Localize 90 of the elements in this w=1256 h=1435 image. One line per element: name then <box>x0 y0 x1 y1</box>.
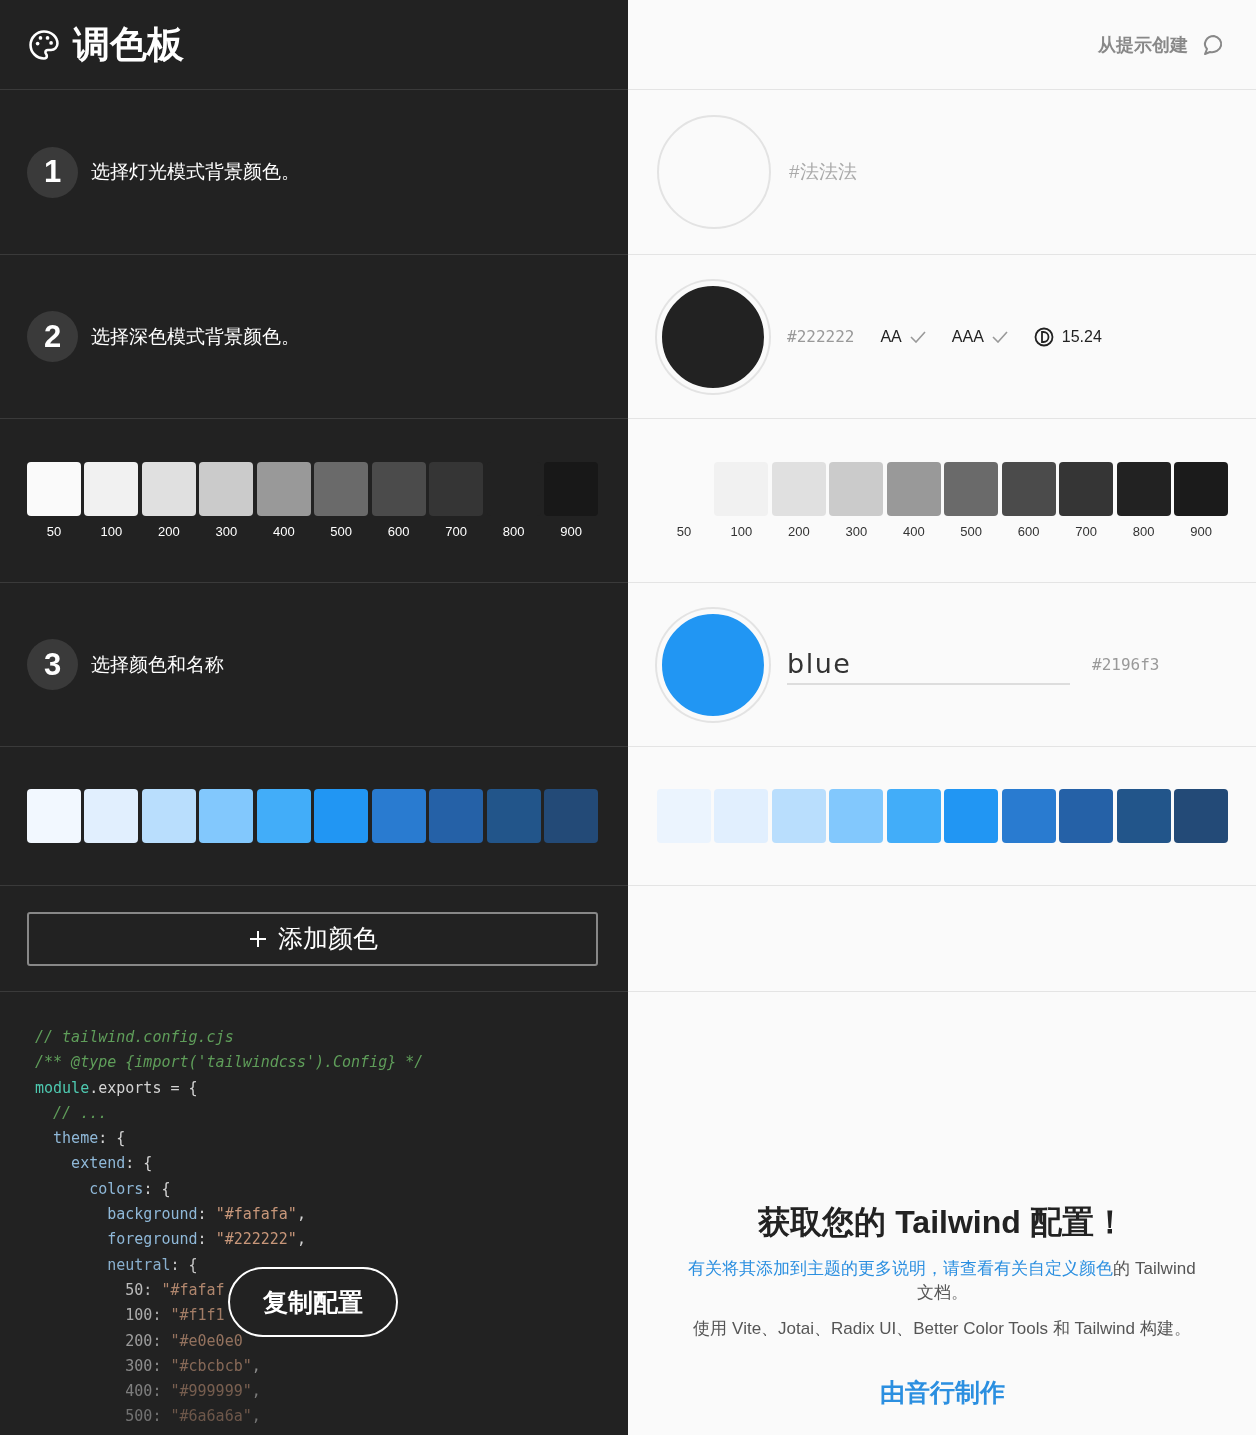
shade-label: 500 <box>330 524 353 539</box>
shade-label: 400 <box>272 524 295 539</box>
color-swatch[interactable] <box>27 462 81 516</box>
code-line: module.exports = { <box>35 1077 198 1099</box>
code-line: 500: "#6a6a6a", <box>124 1406 261 1428</box>
color-swatch[interactable] <box>1174 789 1228 843</box>
shade-label: 700 <box>1075 524 1097 539</box>
color-name-field[interactable]: blue <box>787 644 1070 685</box>
shade-label: 200 <box>158 524 180 539</box>
color-swatch[interactable] <box>314 789 369 843</box>
app-title: 调色板 <box>73 22 184 67</box>
color-swatch[interactable] <box>1059 789 1114 843</box>
shade-label: 50 <box>676 524 692 539</box>
shade-label: 100 <box>730 524 753 539</box>
contrast-icon <box>1033 326 1054 347</box>
shade-label: 700 <box>445 524 467 539</box>
hex-value: #222222 <box>787 327 855 346</box>
contrast-ratio: 15.24 <box>1061 327 1102 346</box>
add-color-button[interactable]: 添加颜色 <box>27 911 598 966</box>
color-swatch[interactable] <box>371 789 426 843</box>
step-number: 1 <box>27 146 78 198</box>
code-line: // ... <box>52 1102 108 1124</box>
step-label: 选择颜色和名称 <box>91 652 224 677</box>
code-line: colors: { <box>88 1178 171 1200</box>
plus-icon <box>247 928 268 949</box>
code-line: extend: { <box>70 1153 153 1175</box>
color-swatch[interactable] <box>141 462 196 516</box>
shade-label: 900 <box>560 524 582 539</box>
code-line: foreground: "#222222", <box>106 1229 306 1251</box>
color-swatch[interactable] <box>1116 789 1171 843</box>
color-swatch[interactable] <box>829 789 884 843</box>
code-line: 100: "#f1f1 <box>124 1305 225 1327</box>
shade-label: 300 <box>215 524 238 539</box>
hex-field[interactable]: #法法法 <box>789 161 989 183</box>
color-swatch[interactable] <box>944 462 999 516</box>
color-swatch[interactable] <box>314 462 369 516</box>
color-swatch[interactable] <box>27 789 81 843</box>
code-line: theme: { <box>52 1128 126 1150</box>
shade-label: 600 <box>1017 524 1040 539</box>
color-swatch[interactable] <box>486 789 541 843</box>
color-swatch[interactable] <box>944 789 999 843</box>
color-swatch[interactable] <box>1174 462 1228 516</box>
step-number: 3 <box>27 639 78 690</box>
step-number: 2 <box>27 311 78 362</box>
docs-note: 有关将其添加到主题的更多说明，请查看有关自定义颜色的 Tailwind 文档。 <box>687 1258 1197 1305</box>
color-swatch[interactable] <box>886 462 941 516</box>
color-swatch[interactable] <box>1116 462 1171 516</box>
color-swatch[interactable] <box>886 789 941 843</box>
shade-label: 200 <box>788 524 810 539</box>
hex-value: #2196f3 <box>1092 655 1160 674</box>
shade-label: 100 <box>100 524 123 539</box>
color-swatch[interactable] <box>1001 789 1056 843</box>
color-swatch[interactable] <box>84 462 139 516</box>
color-swatch[interactable] <box>1059 462 1114 516</box>
color-swatch[interactable] <box>544 789 598 843</box>
shade-label: 800 <box>502 524 525 539</box>
code-line: neutral: { <box>106 1254 198 1276</box>
step-label: 选择灯光模式背景颜色。 <box>91 160 300 184</box>
color-swatch[interactable] <box>256 789 311 843</box>
contrast-level: AAA <box>951 327 984 346</box>
color-swatch[interactable] <box>371 462 426 516</box>
code-line: 300: "#cbcbcb", <box>124 1355 261 1377</box>
shade-label: 500 <box>960 524 983 539</box>
color-swatch[interactable] <box>771 462 826 516</box>
color-swatch[interactable] <box>429 789 484 843</box>
step-label: 选择深色模式背景颜色。 <box>91 324 300 349</box>
code-line: background: "#fafafa", <box>106 1204 306 1226</box>
built-with-text: 使用 Vite、Jotai、Radix UI、Better Color Tools 和 Tailwind 构建。 <box>693 1318 1191 1340</box>
color-swatch[interactable] <box>771 789 826 843</box>
color-swatch[interactable] <box>1001 462 1056 516</box>
shade-label: 900 <box>1190 524 1212 539</box>
contrast-level: AA <box>880 327 902 346</box>
color-swatch[interactable] <box>84 789 139 843</box>
color-swatch[interactable] <box>829 462 884 516</box>
color-swatch[interactable] <box>141 789 196 843</box>
color-swatch[interactable] <box>199 789 254 843</box>
shade-label: 600 <box>387 524 410 539</box>
palette-icon <box>27 27 61 62</box>
code-line: 400: "#999999", <box>124 1381 261 1403</box>
shade-label: 800 <box>1132 524 1155 539</box>
color-swatch[interactable] <box>256 462 311 516</box>
shade-label: 300 <box>845 524 868 539</box>
shade-label: 400 <box>902 524 925 539</box>
shade-label: 50 <box>46 524 62 539</box>
code-line: 50: "#fafaf <box>124 1279 225 1301</box>
code-line: /** @type {import('tailwindcss').Config} */ <box>35 1052 424 1074</box>
code-line: // tailwind.config.cjs <box>35 1027 234 1048</box>
color-swatch[interactable] <box>199 462 254 516</box>
color-swatch[interactable] <box>714 789 769 843</box>
config-heading: 获取您的 Tailwind 配置！ <box>758 1203 1126 1243</box>
